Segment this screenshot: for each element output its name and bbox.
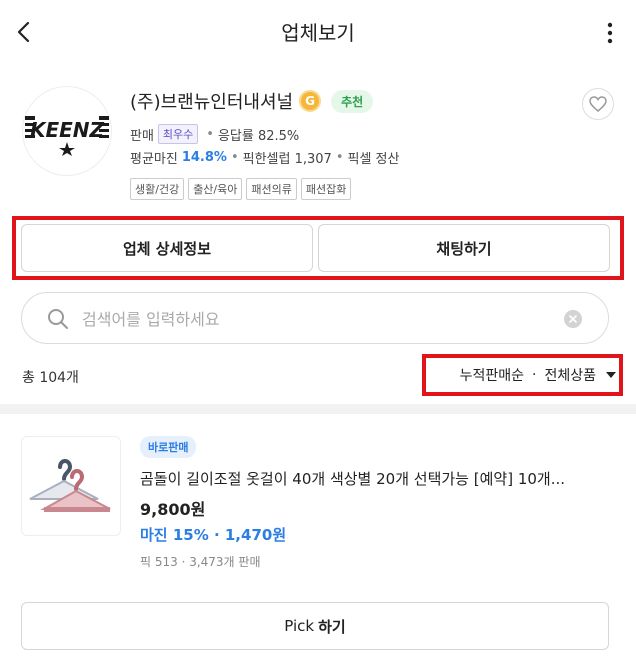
direct-sale-badge: 바로판매 bbox=[140, 436, 197, 458]
category-tag: 패션잡화 bbox=[300, 178, 352, 200]
sales-label: 판매 bbox=[130, 128, 154, 144]
avg-margin-label: 평균마진 bbox=[130, 152, 178, 167]
keenz-logo: KEENZ bbox=[25, 112, 109, 156]
sort-label: 누적판매순 bbox=[459, 368, 525, 384]
vendor-sales-info: 판매 최우수 • 응답률 82.5% bbox=[130, 124, 299, 144]
hanger-product-image bbox=[29, 459, 111, 512]
product-title[interactable]: 곰돌이 길이조절 옷걸이 40개 색상별 20개 선택가능 [예약] 10개..… bbox=[140, 468, 610, 489]
separator-dot: • bbox=[335, 150, 344, 165]
clear-search-icon[interactable] bbox=[564, 310, 582, 328]
vendor-name-row: (주)브랜뉴인터내셔널 G 추천 bbox=[130, 88, 374, 114]
sales-grade-badge: 최우수 bbox=[157, 124, 199, 144]
separator-dot: • bbox=[206, 126, 214, 142]
response-rate: 응답률 82.5% bbox=[217, 128, 300, 144]
chat-button[interactable]: 채팅하기 bbox=[318, 224, 610, 272]
category-tags: 생활/건강 출산/육아 패션의류 패션잡화 bbox=[130, 178, 352, 200]
total-count: 총 104개 bbox=[22, 370, 79, 386]
section-divider bbox=[0, 404, 636, 414]
page-title: 업체보기 bbox=[281, 21, 355, 45]
product-price: 9,800원 bbox=[140, 500, 206, 519]
filter-label: 전체상품 bbox=[544, 368, 596, 384]
pick-sellers: 픽한셀럽 1,307 bbox=[242, 152, 332, 167]
more-button[interactable] bbox=[600, 20, 620, 46]
app-header: 업체보기 bbox=[0, 0, 636, 64]
category-tag: 출산/육아 bbox=[188, 178, 243, 200]
vendor-logo: KEENZ bbox=[22, 86, 112, 176]
product-stats: 픽 513 · 3,473개 판매 bbox=[140, 555, 261, 569]
caret-down-icon bbox=[606, 372, 616, 378]
favorite-button[interactable] bbox=[582, 88, 614, 120]
settlement-info: 픽셀 정산 bbox=[347, 152, 400, 167]
grade-g-icon: G bbox=[299, 90, 322, 112]
logo-text: KEENZ bbox=[30, 118, 105, 142]
separator-dot: · bbox=[532, 367, 537, 383]
search-icon bbox=[48, 309, 68, 329]
sort-filter-dropdown[interactable]: 누적판매순 · 전체상품 bbox=[430, 358, 616, 392]
vendor-detail-button[interactable]: 업체 상세정보 bbox=[21, 224, 313, 272]
search-box bbox=[21, 292, 609, 344]
product-margin: 마진 15% · 1,470원 bbox=[140, 526, 287, 544]
recommend-badge: 추천 bbox=[331, 89, 374, 113]
category-tag: 생활/건강 bbox=[130, 178, 185, 200]
pick-button-label: Pick bbox=[284, 617, 315, 635]
separator-dot: • bbox=[230, 150, 239, 165]
avg-margin-value: 14.8% bbox=[181, 150, 227, 165]
pick-button[interactable]: Pick 하기 bbox=[21, 602, 609, 650]
search-input[interactable] bbox=[82, 303, 562, 335]
product-thumbnail[interactable] bbox=[21, 436, 121, 536]
vendor-name: (주)브랜뉴인터내셔널 bbox=[130, 92, 294, 113]
more-vertical-icon bbox=[607, 22, 613, 44]
category-tag: 패션의류 bbox=[246, 178, 297, 200]
heart-icon bbox=[589, 96, 607, 112]
pick-button-action: 하기 bbox=[318, 617, 346, 636]
vendor-margin-info: 평균마진 14.8% • 픽한셀럽 1,307 • 픽셀 정산 bbox=[130, 148, 399, 167]
close-icon bbox=[569, 315, 577, 323]
